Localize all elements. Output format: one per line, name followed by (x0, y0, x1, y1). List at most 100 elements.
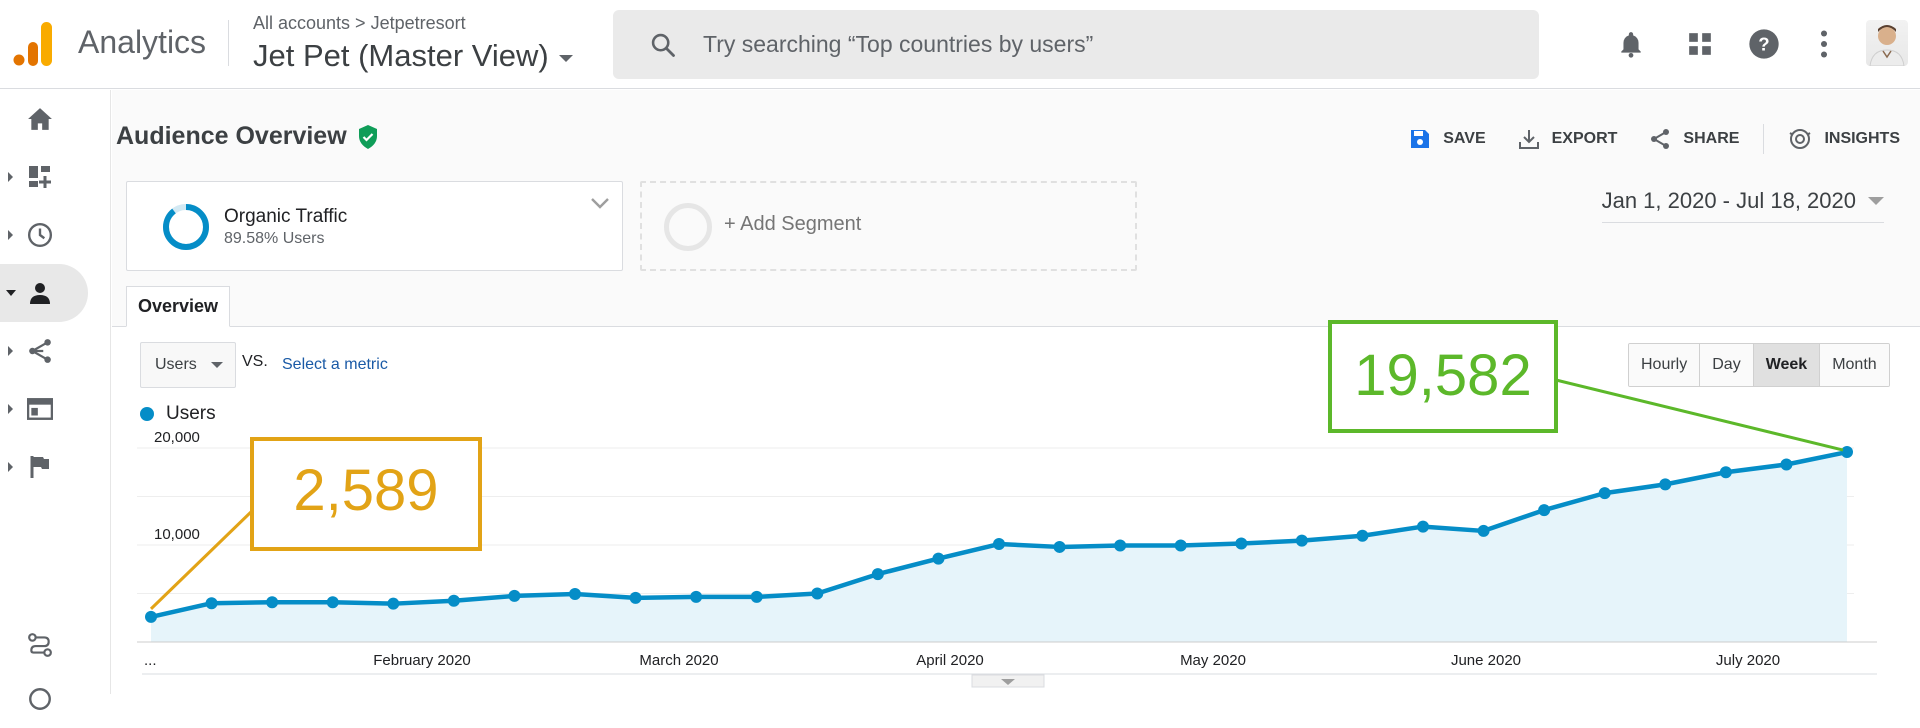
save-icon (1411, 130, 1430, 148)
avatar[interactable] (1866, 20, 1908, 66)
data-point[interactable] (569, 587, 581, 600)
granularity-month-button[interactable]: Month (1819, 344, 1889, 386)
more-vert-icon[interactable] (1808, 28, 1840, 60)
date-range-text: Jan 1, 2020 - Jul 18, 2020 (1601, 188, 1856, 213)
person-icon (26, 279, 54, 307)
expand-arrow-icon (8, 172, 13, 182)
date-range-picker[interactable]: Jan 1, 2020 - Jul 18, 2020 (1601, 188, 1884, 223)
data-point[interactable] (145, 610, 157, 623)
share-button[interactable]: SHARE (1649, 128, 1739, 150)
lightbulb-icon (26, 685, 54, 713)
data-point[interactable] (1295, 534, 1308, 547)
granularity-hourly-button[interactable]: Hourly (1629, 344, 1700, 386)
search-bar[interactable] (613, 10, 1539, 79)
clock-icon (26, 221, 54, 249)
data-point[interactable] (1417, 520, 1429, 533)
data-point[interactable] (750, 590, 763, 603)
verified-shield-icon (358, 124, 377, 149)
select-metric-link[interactable]: Select a metric (282, 356, 388, 374)
x-tick-label: March 2020 (639, 652, 718, 669)
granularity-toggle: Hourly Day Week Month (1628, 343, 1890, 387)
search-input[interactable] (703, 31, 1503, 58)
users-chart: 20,000 10,000... February 2020 March 2020 Ap… (137, 429, 1877, 688)
granularity-day-button[interactable]: Day (1699, 344, 1753, 386)
segment-name: Organic Traffic (224, 206, 348, 227)
data-point[interactable] (447, 594, 460, 607)
view-selector[interactable]: Jet Pet (Master View) (253, 38, 573, 74)
expand-arrow-icon (8, 346, 13, 356)
segment-ring-icon (163, 204, 209, 250)
save-label: SAVE (1443, 130, 1486, 147)
svg-text:?: ? (1758, 34, 1769, 55)
vs-label: VS. (242, 353, 268, 370)
page-title: Audience Overview (116, 122, 379, 151)
metric-label: Users (155, 356, 197, 373)
acquisition-icon (26, 337, 54, 365)
granularity-week-button[interactable]: Week (1752, 344, 1820, 386)
data-point[interactable] (629, 591, 642, 604)
share-label: SHARE (1683, 130, 1740, 147)
apps-grid-icon[interactable] (1684, 28, 1716, 60)
caret-down-icon (1868, 197, 1884, 205)
report-actions: SAVE EXPORT SHARE INSIGHTS (1377, 124, 1900, 154)
data-point[interactable] (1719, 466, 1732, 479)
data-point[interactable] (1598, 487, 1611, 500)
sidebar-item-conversions[interactable] (0, 438, 88, 496)
data-point[interactable] (1538, 504, 1551, 517)
caret-down-icon (210, 362, 223, 368)
data-point[interactable] (508, 589, 521, 602)
sidebar-item-home[interactable] (0, 90, 88, 148)
data-point[interactable] (387, 597, 400, 610)
breadcrumb[interactable]: All accounts > Jetpetresort (253, 13, 466, 34)
sidebar-item-customization[interactable] (0, 148, 88, 206)
x-tick-label: February 2020 (373, 652, 471, 669)
chevron-down-icon[interactable] (590, 196, 610, 210)
data-point[interactable] (266, 596, 279, 609)
data-point[interactable] (1841, 446, 1853, 459)
add-segment-button[interactable]: + Add Segment (640, 181, 1137, 271)
segment-card[interactable]: Organic Traffic 89.58% Users (126, 181, 623, 271)
data-point[interactable] (690, 590, 703, 603)
x-tick-label: April 2020 (916, 652, 984, 669)
sidebar-item-discover[interactable] (0, 670, 88, 728)
save-button[interactable]: SAVE (1409, 128, 1486, 150)
notifications-bell-icon[interactable] (1615, 28, 1647, 60)
data-point[interactable] (1174, 539, 1187, 552)
top-bar: Analytics All accounts > Jetpetresort Je… (0, 0, 1920, 89)
tab-overview[interactable]: Overview (126, 286, 230, 327)
sidebar-item-audience[interactable] (0, 264, 88, 322)
view-name: Jet Pet (Master View) (253, 38, 549, 73)
metric-dropdown[interactable]: Users (140, 342, 236, 388)
empty-ring-icon (664, 203, 712, 251)
data-point[interactable] (205, 597, 218, 610)
analytics-logo-icon[interactable] (12, 22, 52, 66)
help-icon[interactable]: ? (1748, 28, 1780, 60)
data-point[interactable] (1053, 540, 1066, 553)
data-point[interactable] (932, 552, 945, 565)
x-tick-label: July 2020 (1716, 652, 1780, 669)
data-point[interactable] (326, 596, 339, 609)
add-segment-label: + Add Segment (724, 213, 862, 235)
sidebar-item-attribution[interactable] (0, 616, 88, 674)
sidebar-item-behavior[interactable] (0, 380, 88, 438)
y-tick-label: 20,000 (154, 429, 200, 446)
data-point[interactable] (993, 538, 1005, 551)
caret-down-icon (558, 54, 573, 62)
data-point[interactable] (811, 587, 824, 600)
sidebar-item-acquisition[interactable] (0, 322, 88, 380)
flag-icon (26, 453, 54, 481)
data-point[interactable] (1659, 478, 1672, 491)
export-button[interactable]: EXPORT (1518, 128, 1617, 150)
home-icon (26, 105, 54, 133)
data-point[interactable] (1114, 539, 1127, 552)
y-tick-label: 10,000 (154, 526, 200, 543)
data-point[interactable] (1356, 529, 1369, 542)
insights-button[interactable]: INSIGHTS (1788, 127, 1900, 151)
data-point[interactable] (1780, 458, 1793, 471)
download-icon (1518, 130, 1539, 149)
insights-label: INSIGHTS (1824, 130, 1900, 147)
data-point[interactable] (1235, 537, 1248, 550)
sidebar-item-realtime[interactable] (0, 206, 88, 264)
data-point[interactable] (1477, 524, 1490, 537)
data-point[interactable] (871, 568, 884, 581)
